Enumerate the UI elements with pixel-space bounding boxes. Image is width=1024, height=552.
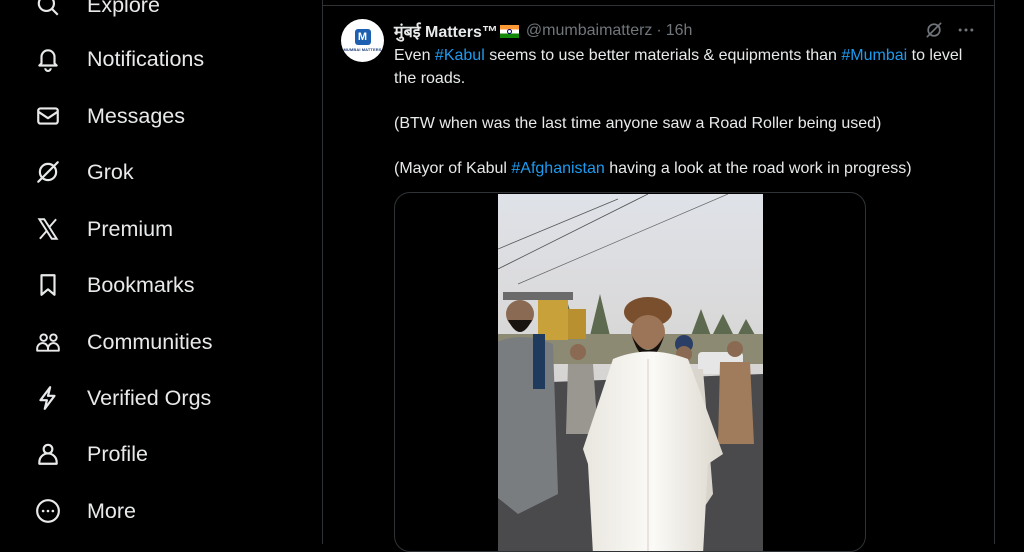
more-options-icon[interactable] xyxy=(956,20,976,45)
sidebar-item-verified-orgs[interactable]: Verified Orgs xyxy=(34,378,211,418)
sidebar-item-label: Explore xyxy=(87,0,160,17)
tweet-paragraph-1: Even #Kabul seems to use better material… xyxy=(394,47,963,87)
sidebar-nav: Explore Notifications Messages Grok Prem… xyxy=(0,0,322,544)
sidebar-item-label: Messages xyxy=(87,103,185,128)
tweet-paragraph-2: (BTW when was the last time anyone saw a… xyxy=(394,114,882,132)
tweet-card[interactable]: M MUMBAI MATTERS मुंबई Matters™ @mumbaim… xyxy=(322,6,994,552)
envelope-icon xyxy=(34,102,62,130)
sidebar-item-label: Bookmarks xyxy=(87,272,195,297)
handle[interactable]: @mumbaimatterz xyxy=(526,22,653,40)
sidebar-item-label: Notifications xyxy=(87,46,205,71)
grok-icon xyxy=(34,158,62,186)
bookmark-icon xyxy=(34,271,62,299)
tweet-paragraph-3: (Mayor of Kabul #Afghanistan having a lo… xyxy=(394,159,912,177)
avatar-logo-text: MUMBAI MATTERS xyxy=(343,47,382,52)
more-circle-icon xyxy=(34,497,62,525)
avatar[interactable]: M MUMBAI MATTERS xyxy=(341,19,384,62)
sidebar-item-premium[interactable]: Premium xyxy=(34,209,173,249)
column-divider-right xyxy=(994,0,995,544)
sidebar-item-label: Verified Orgs xyxy=(87,385,212,410)
people-icon xyxy=(34,328,62,356)
sidebar-item-more[interactable]: More xyxy=(34,491,136,531)
india-flag-icon xyxy=(499,24,519,38)
x-logo-icon xyxy=(34,215,62,243)
search-icon xyxy=(34,0,62,19)
tweet-media[interactable] xyxy=(394,192,866,552)
person-icon xyxy=(34,440,62,468)
sidebar-item-notifications[interactable]: Notifications xyxy=(34,39,204,79)
sidebar-item-profile[interactable]: Profile xyxy=(34,434,148,474)
sidebar-item-grok[interactable]: Grok xyxy=(34,152,134,192)
tweet-header-actions xyxy=(924,20,976,45)
display-name[interactable]: मुंबई Matters™ xyxy=(394,20,498,42)
avatar-logo-mark: M xyxy=(354,29,371,45)
lightning-icon xyxy=(34,384,62,412)
hashtag-link[interactable]: #Afghanistan xyxy=(511,160,604,177)
hashtag-link[interactable]: #Kabul xyxy=(435,47,485,64)
sidebar-item-label: Communities xyxy=(87,329,213,354)
hashtag-link[interactable]: #Mumbai xyxy=(841,47,907,64)
bell-icon xyxy=(34,45,62,73)
separator-dot: · xyxy=(656,22,662,39)
sidebar-item-communities[interactable]: Communities xyxy=(34,322,212,362)
video-frame[interactable] xyxy=(498,194,763,551)
sidebar-item-explore[interactable]: Explore xyxy=(34,0,160,25)
video-still-image xyxy=(498,194,763,551)
sidebar-item-label: Grok xyxy=(87,159,134,184)
sidebar-item-messages[interactable]: Messages xyxy=(34,96,185,136)
timestamp[interactable]: 16h xyxy=(666,22,693,40)
sidebar-item-label: Profile xyxy=(87,441,148,466)
sidebar-item-bookmarks[interactable]: Bookmarks xyxy=(34,265,195,305)
tweet-text: Even #Kabul seems to use better material… xyxy=(394,45,984,180)
grok-icon[interactable] xyxy=(924,20,944,45)
sidebar-item-label: More xyxy=(87,498,136,523)
tweet-header: मुंबई Matters™ @mumbaimatterz · 16h xyxy=(394,20,692,42)
sidebar-item-label: Premium xyxy=(87,216,174,241)
